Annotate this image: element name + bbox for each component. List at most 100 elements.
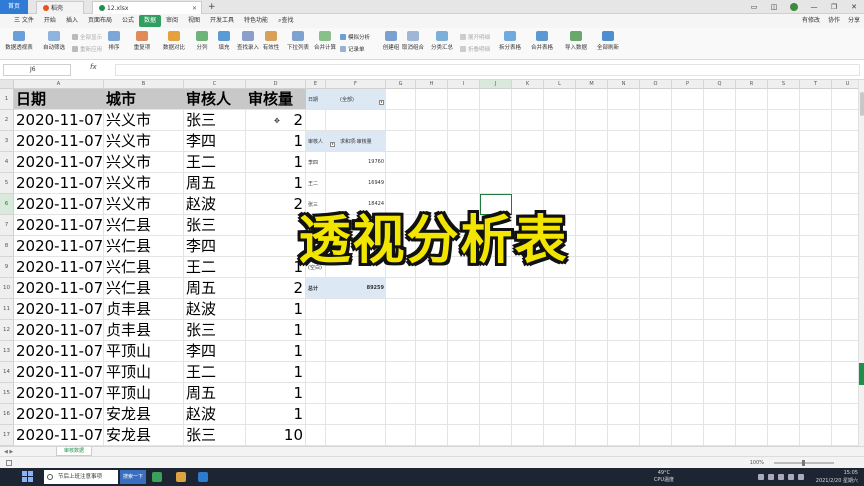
split-column-button[interactable]: 分列 (192, 31, 212, 51)
cell-date[interactable]: 2020-11-07 (16, 320, 103, 340)
col-header-r[interactable]: R (736, 80, 768, 89)
cell-reviewer[interactable]: 李四 (186, 236, 245, 256)
cell-date[interactable]: 2020-11-07 (16, 278, 103, 298)
vertical-scrollbar[interactable] (858, 80, 864, 446)
cell-city[interactable]: 兴义市 (106, 152, 183, 172)
windows-start-icon[interactable] (22, 471, 34, 483)
cell-city[interactable]: 安龙县 (106, 404, 183, 424)
cell-volume[interactable]: 2 (248, 278, 305, 298)
row-header-16[interactable]: 16 (0, 404, 14, 425)
cell-date[interactable]: 2020-11-07 (16, 110, 103, 130)
col-header-i[interactable]: I (448, 80, 480, 89)
menu-file[interactable]: 三 文件 (0, 15, 39, 27)
avatar[interactable] (790, 3, 798, 11)
simulate-analysis-button[interactable]: 模拟分析 (340, 33, 370, 41)
cell-volume[interactable]: 1 (248, 299, 305, 319)
taskbar-wps-icon[interactable] (198, 472, 208, 482)
new-tab-button[interactable]: + (208, 0, 216, 14)
cell-volume[interactable]: 1 (248, 404, 305, 424)
zoom-slider[interactable] (774, 460, 834, 466)
pivot-table-button[interactable]: 数据透视表 (4, 31, 34, 51)
cell-date[interactable]: 2020-11-07 (16, 299, 103, 319)
cell-reviewer[interactable]: 张三 (186, 320, 245, 340)
row-header-2[interactable]: 2 (0, 110, 14, 131)
cell-reviewer[interactable]: 张三 (186, 110, 245, 130)
cell-reviewer[interactable]: 张三 (186, 425, 245, 445)
cell-date[interactable]: 2020-11-07 (16, 257, 103, 277)
header-date[interactable]: 日期 (16, 89, 103, 109)
col-header-g[interactable]: G (386, 80, 416, 89)
col-header-t[interactable]: T (800, 80, 832, 89)
col-header-l[interactable]: L (544, 80, 576, 89)
cell-city[interactable]: 平顶山 (106, 383, 183, 403)
taskbar-search-box[interactable]: 节后上班注意事项 (44, 470, 118, 484)
cell-date[interactable]: 2020-11-07 (16, 383, 103, 403)
pivot-filter-label[interactable]: 日期 (308, 96, 318, 103)
taskbar-folder-icon[interactable] (176, 472, 186, 482)
cell-volume[interactable]: 1 (248, 383, 305, 403)
formula-input[interactable] (115, 64, 860, 76)
cell-city[interactable]: 兴仁县 (106, 278, 183, 298)
ungroup-button[interactable]: 取消组合 (400, 31, 426, 51)
pivot-row-value[interactable]: 18424 (356, 201, 384, 207)
sheet-tab-audit-data[interactable]: 审核数据 (56, 447, 92, 456)
row-header-10[interactable]: 10 (0, 278, 14, 299)
row-header-3[interactable]: 3 (0, 131, 14, 152)
cell-city[interactable]: 平顶山 (106, 362, 183, 382)
row-header-4[interactable]: 4 (0, 152, 14, 173)
cell-date[interactable]: 2020-11-07 (16, 215, 103, 235)
menu-item-page-layout[interactable]: 页面布局 (83, 15, 117, 27)
row-header-1[interactable]: 1 (0, 89, 14, 110)
pivot-row-label[interactable]: 审核人 (308, 138, 323, 145)
tab-workbook[interactable]: 12.xlsx ✕ (92, 1, 202, 14)
scroll-thumb[interactable] (860, 92, 864, 116)
cell-reviewer[interactable]: 赵波 (186, 194, 245, 214)
pivot-dropdown-icon[interactable]: ▾ (330, 142, 335, 147)
cell-city[interactable]: 兴仁县 (106, 236, 183, 256)
cell-date[interactable]: 2020-11-07 (16, 131, 103, 151)
cell-volume[interactable]: 1 (248, 173, 305, 193)
col-header-h[interactable]: H (416, 80, 448, 89)
cell-volume[interactable]: 1 (248, 320, 305, 340)
cell-city[interactable]: 平顶山 (106, 341, 183, 361)
header-city[interactable]: 城市 (106, 89, 183, 109)
modified-status[interactable]: 有修改 (802, 14, 820, 28)
menu-item-features[interactable]: 特色功能 (239, 15, 273, 27)
row-header-6[interactable]: 6 (0, 194, 14, 215)
cell-city[interactable]: 兴仁县 (106, 215, 183, 235)
split-table-button[interactable]: 拆分表格 (496, 31, 524, 51)
share-button[interactable]: 分享 (848, 14, 860, 28)
row-header-8[interactable]: 8 (0, 236, 14, 257)
validity-button[interactable]: 有效性 (260, 31, 282, 51)
row-header-12[interactable]: 12 (0, 320, 14, 341)
col-header-c[interactable]: C (184, 80, 246, 89)
cell-city[interactable]: 贞丰县 (106, 320, 183, 340)
menu-search[interactable]: ⌕查找 (273, 15, 298, 27)
col-header-s[interactable]: S (768, 80, 800, 89)
dropdown-list-button[interactable]: 下拉列表 (285, 31, 311, 51)
create-group-button[interactable]: 创建组 (380, 31, 402, 51)
cell-date[interactable]: 2020-11-07 (16, 173, 103, 193)
subtotal-button[interactable]: 分类汇总 (428, 31, 456, 51)
merge-table-button[interactable]: 合并表格 (528, 31, 556, 51)
cell-date[interactable]: 2020-11-07 (16, 362, 103, 382)
cell-reviewer[interactable]: 赵波 (186, 299, 245, 319)
row-header-17[interactable]: 17 (0, 425, 14, 446)
pivot-row-value[interactable]: 16949 (356, 180, 384, 186)
system-tray-icons[interactable] (754, 474, 804, 480)
cell-city[interactable]: 兴义市 (106, 131, 183, 151)
col-header-a[interactable]: A (14, 80, 104, 89)
cell-city[interactable]: 兴义市 (106, 173, 183, 193)
cell-reviewer[interactable]: 周五 (186, 173, 245, 193)
expand-detail-button[interactable]: 展开明细 (460, 33, 490, 41)
cell-city[interactable]: 兴仁县 (106, 257, 183, 277)
row-header-15[interactable]: 15 (0, 383, 14, 404)
col-header-k[interactable]: K (512, 80, 544, 89)
header-reviewer[interactable]: 审核人 (186, 89, 245, 109)
col-header-o[interactable]: O (640, 80, 672, 89)
col-header-d[interactable]: D (246, 80, 306, 89)
pivot-value-label[interactable]: 求和项:审核量 (340, 138, 372, 145)
col-header-p[interactable]: P (672, 80, 704, 89)
collaborate-button[interactable]: 协作 (828, 14, 840, 28)
cell-reviewer[interactable]: 赵波 (186, 404, 245, 424)
